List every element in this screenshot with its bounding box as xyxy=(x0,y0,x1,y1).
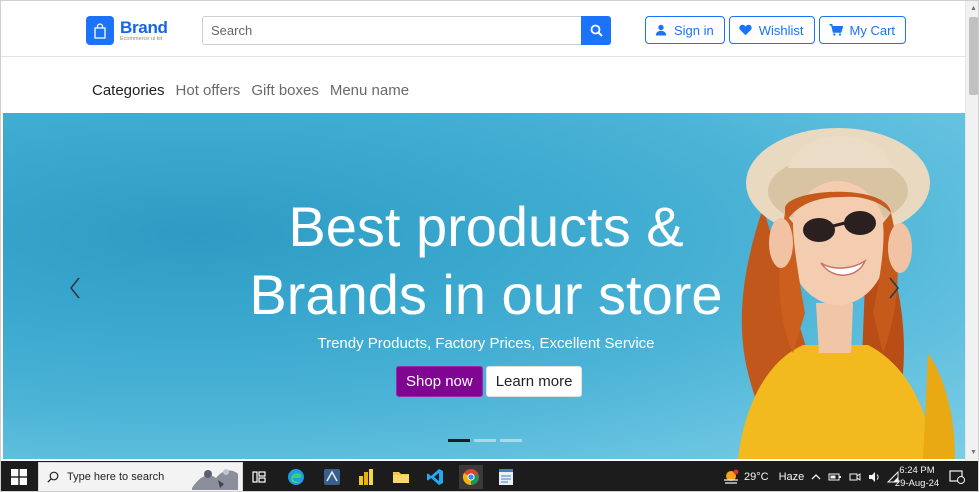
notification-center-button[interactable] xyxy=(949,470,965,489)
folder-icon xyxy=(393,472,409,483)
brand-name: Brand xyxy=(120,17,168,37)
nav-item-hot-offers[interactable]: Hot offers xyxy=(176,82,241,99)
windows-logo-icon xyxy=(11,469,27,485)
browser-viewport: Brand Ecommerce ui kit Sign in Wishlist … xyxy=(0,0,979,492)
notepad-icon xyxy=(499,469,513,485)
page-scrollbar[interactable]: ▲ ▼ xyxy=(965,1,978,461)
carousel-prev-button[interactable] xyxy=(65,273,85,303)
brand-logo-link[interactable]: Brand Ecommerce ui kit xyxy=(86,16,168,45)
brand-tagline: Ecommerce ui kit xyxy=(120,35,163,42)
nav-item-menu-name[interactable]: Menu name xyxy=(330,82,409,99)
cart-button[interactable]: My Cart xyxy=(818,16,907,44)
hero-title-line1: Best products & xyxy=(288,195,684,258)
taskbar-file-explorer[interactable] xyxy=(389,465,413,489)
carousel-next-button[interactable] xyxy=(884,273,904,303)
battery-icon[interactable] xyxy=(828,472,842,482)
main-nav: Categories Hot offers Gift boxes Menu na… xyxy=(92,82,409,99)
hero-title: Best products & Brands in our store xyxy=(243,193,729,329)
hero-subtitle: Trendy Products, Factory Prices, Excelle… xyxy=(317,335,655,352)
wishlist-label: Wishlist xyxy=(758,22,804,38)
taskbar-ssms[interactable] xyxy=(320,465,344,489)
task-view-icon xyxy=(252,471,266,483)
scroll-up-arrow[interactable]: ▲ xyxy=(969,5,978,13)
windows-start-button[interactable] xyxy=(11,469,27,485)
vscode-icon xyxy=(427,469,443,485)
hero-buttons: Shop now Learn more xyxy=(396,366,583,397)
taskbar-search-placeholder: Type here to search xyxy=(67,471,165,483)
search-icon xyxy=(590,24,603,37)
weather-haze-icon xyxy=(724,469,739,484)
cart-label: My Cart xyxy=(849,22,896,38)
power-bi-icon xyxy=(359,469,373,485)
weather-temperature: 29°C xyxy=(744,471,769,483)
site-header: Brand Ecommerce ui kit Sign in Wishlist … xyxy=(1,1,965,57)
carousel-indicators xyxy=(448,439,522,442)
clock-time: 6:24 PM xyxy=(899,465,935,476)
system-tray xyxy=(811,461,899,491)
notification-icon xyxy=(949,470,965,484)
hero-carousel: Best products & Brands in our store Tren… xyxy=(3,113,965,459)
carousel-indicator-1[interactable] xyxy=(448,439,470,442)
header-actions: Sign in Wishlist My Cart xyxy=(645,16,907,44)
task-view-button[interactable] xyxy=(247,465,271,489)
hero-model-image xyxy=(738,128,955,459)
learn-more-button[interactable]: Learn more xyxy=(485,366,583,397)
chevron-left-icon xyxy=(69,277,80,299)
taskbar-search-box[interactable]: Type here to search xyxy=(38,462,243,491)
search-icon xyxy=(47,471,59,483)
search-button[interactable] xyxy=(581,16,611,45)
taskbar-clock[interactable]: 6:24 PM 29-Aug-24 xyxy=(894,464,940,490)
search-input[interactable] xyxy=(202,16,581,45)
search-bar xyxy=(202,16,611,45)
scroll-down-arrow[interactable]: ▼ xyxy=(969,449,978,457)
taskbar-chrome[interactable] xyxy=(459,465,483,489)
heart-icon xyxy=(739,24,752,36)
wishlist-button[interactable]: Wishlist xyxy=(728,16,815,44)
scroll-thumb[interactable] xyxy=(969,17,978,95)
windows-taskbar: Type here to search 29°C Haze 6:24 PM 29… xyxy=(1,461,978,491)
taskbar-power-bi[interactable] xyxy=(354,465,378,489)
chevron-right-icon xyxy=(889,277,900,299)
shop-now-button[interactable]: Shop now xyxy=(396,366,483,397)
search-highlight-art xyxy=(192,469,238,490)
cart-icon xyxy=(829,24,843,36)
shopping-bag-icon xyxy=(86,16,114,45)
carousel-indicator-3[interactable] xyxy=(500,439,522,442)
sql-server-icon xyxy=(324,469,340,485)
edge-browser-icon xyxy=(288,469,304,485)
chrome-browser-icon xyxy=(462,469,479,486)
carousel-indicator-2[interactable] xyxy=(474,439,496,442)
clock-date: 29-Aug-24 xyxy=(894,478,940,489)
taskbar-edge[interactable] xyxy=(284,465,308,489)
taskbar-notepad[interactable] xyxy=(494,465,518,489)
weather-condition: Haze xyxy=(778,471,805,483)
nav-item-gift-boxes[interactable]: Gift boxes xyxy=(251,82,319,99)
user-icon xyxy=(655,24,667,36)
sign-in-button[interactable]: Sign in xyxy=(645,16,725,44)
sign-in-label: Sign in xyxy=(674,22,714,38)
nav-item-categories[interactable]: Categories xyxy=(92,82,165,99)
meet-now-icon[interactable] xyxy=(849,471,861,483)
hero-title-line2: Brands in our store xyxy=(249,263,723,326)
volume-icon[interactable] xyxy=(868,471,880,483)
chevron-up-icon[interactable] xyxy=(811,472,821,482)
weather-widget[interactable]: 29°C Haze xyxy=(723,461,805,491)
taskbar-vscode[interactable] xyxy=(423,465,447,489)
